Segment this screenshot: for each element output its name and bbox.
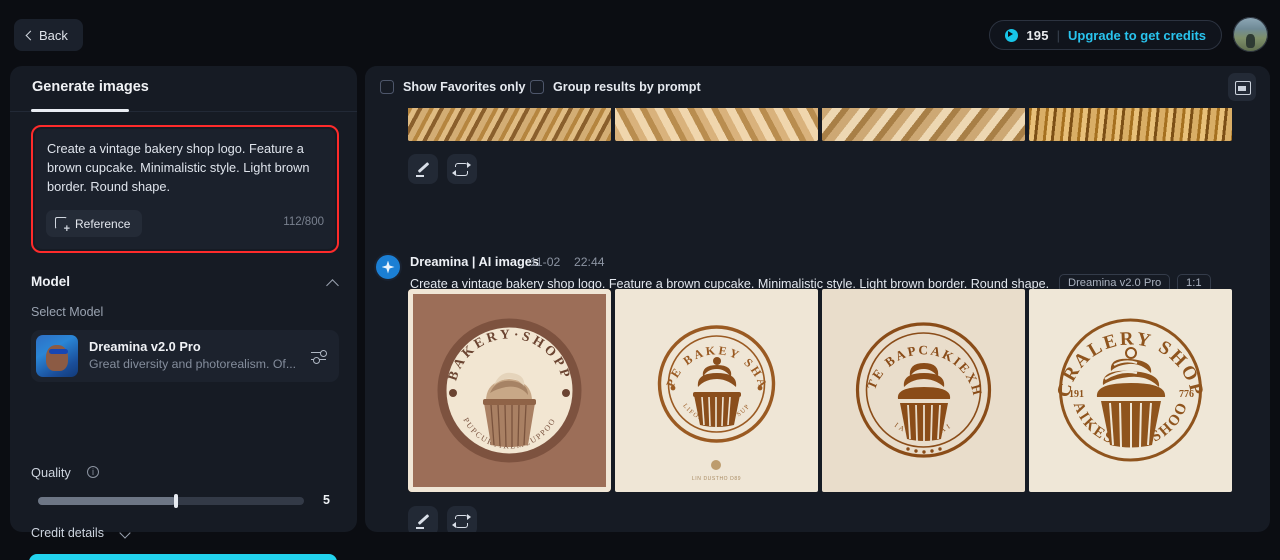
quality-value: 5 [323, 493, 330, 507]
result-image-grid: BAKERY·SHOPP PUPCURTIKEMCUPPOO [408, 289, 1232, 492]
prompt-highlight-box: Create a vintage bakery shop logo. Featu… [31, 125, 339, 253]
logo-artwork-2: COPE BAKEY SHAEP LIFORA BILYE SUP [615, 289, 818, 492]
chevron-down-icon[interactable] [119, 527, 131, 539]
reference-button[interactable]: Reference [46, 210, 143, 237]
sliders-icon[interactable] [311, 348, 327, 366]
quality-slider-thumb[interactable] [174, 494, 179, 508]
results-panel: Show Favorites only Group results by pro… [365, 66, 1270, 532]
result-actions [408, 506, 477, 532]
result-image[interactable]: R ITE BAPCAKIEXHIS IAIJ · IIAI [822, 289, 1025, 492]
logo-artwork-3: R ITE BAPCAKIEXHIS IAIJ · IIAI [822, 289, 1025, 492]
show-favorites-checkbox[interactable]: Show Favorites only [380, 80, 525, 94]
results-scroll-area[interactable]: Dreamina | AI images 11-02 22:44 Create … [365, 108, 1270, 532]
model-name: Dreamina v2.0 Pro [89, 339, 201, 354]
top-bar: Back 195 | Upgrade to get credits [0, 0, 1280, 66]
avatar[interactable] [1233, 17, 1268, 52]
pencil-icon [416, 514, 430, 529]
credits-count: 195 [1026, 27, 1049, 43]
result-image[interactable]: BAKERY·SHOPP PUPCURTIKEMCUPPOO [408, 289, 611, 492]
folder-icon [1235, 81, 1251, 95]
result-thumbnail[interactable] [1029, 108, 1232, 141]
repeat-icon [452, 513, 471, 528]
group-results-checkbox[interactable]: Group results by prompt [530, 80, 701, 94]
logo-note: LIN DUSTHO D89 [692, 476, 741, 482]
result-date: 11-02 [530, 255, 561, 269]
show-favorites-label: Show Favorites only [403, 80, 526, 94]
result-image[interactable]: CRALERY SHOP BAIKESERY SHOOP 191 776 [1029, 289, 1232, 492]
checkbox-box[interactable] [380, 80, 394, 94]
back-button-label: Back [39, 27, 68, 43]
info-icon[interactable]: i [87, 466, 99, 478]
logo-artwork-4: CRALERY SHOP BAIKESERY SHOOP 191 776 [1029, 289, 1232, 492]
edit-button[interactable] [408, 506, 438, 532]
tab-active-indicator [31, 109, 129, 112]
back-button[interactable]: Back [14, 19, 83, 51]
credits-pill[interactable]: 195 | Upgrade to get credits [989, 20, 1222, 50]
chevron-up-icon[interactable] [326, 279, 339, 292]
pencil-icon [416, 162, 430, 177]
upgrade-link[interactable]: Upgrade to get credits [1068, 28, 1206, 43]
quality-label: Quality [31, 465, 71, 480]
quality-slider-fill [38, 497, 177, 505]
model-section-title: Model [31, 274, 70, 289]
logo-year-left: 191 [1069, 389, 1084, 400]
result-thumbnail[interactable] [408, 108, 611, 141]
reference-label: Reference [75, 216, 131, 231]
prompt-text[interactable]: Create a vintage bakery shop logo. Featu… [47, 139, 325, 196]
char-counter: 112/800 [283, 216, 324, 228]
checkbox-box[interactable] [530, 80, 544, 94]
previous-result-actions [408, 154, 477, 184]
credit-details-toggle[interactable]: Credit details [31, 526, 104, 540]
regenerate-button[interactable] [447, 154, 477, 184]
repeat-icon [452, 161, 471, 176]
model-description: Great diversity and photorealism. Of... [89, 357, 297, 371]
group-results-label: Group results by prompt [553, 80, 701, 94]
chevron-left-icon [25, 30, 36, 40]
coin-icon [1005, 28, 1019, 42]
result-time: 22:44 [574, 255, 605, 269]
dreamina-app: Back 195 | Upgrade to get credits Genera… [0, 0, 1280, 560]
edit-button[interactable] [408, 154, 438, 184]
previous-result-images[interactable] [408, 108, 1232, 141]
prompt-input[interactable]: Create a vintage bakery shop logo. Featu… [35, 129, 335, 249]
credits-separator: | [1056, 27, 1061, 43]
add-image-icon [55, 217, 70, 235]
tab-generate-images[interactable]: Generate images [32, 79, 149, 95]
result-image[interactable]: COPE BAKEY SHAEP LIFORA BILYE SUP [615, 289, 818, 492]
logo-year-right: 776 [1179, 389, 1194, 400]
regenerate-button[interactable] [447, 506, 477, 532]
archive-button[interactable] [1228, 73, 1256, 101]
model-card[interactable]: Dreamina v2.0 Pro Great diversity and ph… [31, 330, 339, 382]
select-model-label: Select Model [31, 305, 104, 319]
quality-slider[interactable] [38, 494, 304, 508]
generate-panel: Generate images Create a vintage bakery … [10, 66, 357, 560]
panel-tabs: Generate images [10, 66, 357, 112]
dreamina-logo-icon [376, 255, 400, 279]
logo-artwork-1: BAKERY·SHOPP PUPCURTIKEMCUPPOO [408, 289, 611, 492]
generate-button[interactable]: Generate 5 [29, 554, 337, 560]
results-toolbar: Show Favorites only Group results by pro… [365, 66, 1270, 108]
result-brand-name: Dreamina | AI images [410, 254, 539, 269]
model-thumbnail [36, 335, 78, 377]
result-thumbnail[interactable] [822, 108, 1025, 141]
result-thumbnail[interactable] [615, 108, 818, 141]
